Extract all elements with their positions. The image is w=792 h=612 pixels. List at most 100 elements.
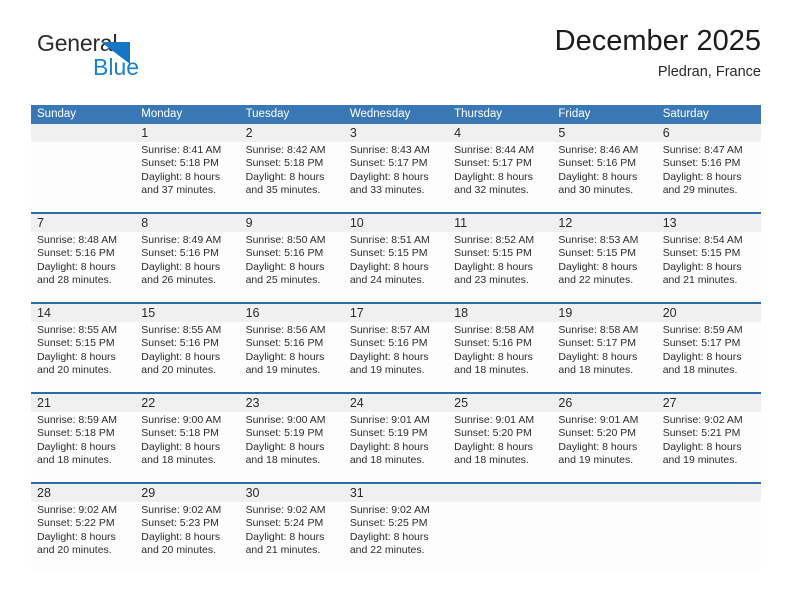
day-detail-line: Sunrise: 9:02 AM xyxy=(141,504,222,516)
day-detail-line: and 21 minutes. xyxy=(245,544,321,557)
day-detail-line: and 28 minutes. xyxy=(37,274,112,287)
day-number-14[interactable]: 14 xyxy=(31,304,136,322)
day-number-23[interactable]: 23 xyxy=(239,394,344,412)
day-number-17[interactable]: 17 xyxy=(343,304,449,322)
day-number-3[interactable]: 3 xyxy=(343,124,449,142)
day-detail-line: Sunset: 5:20 PM xyxy=(558,427,637,440)
day-cell-8[interactable]: Sunrise: 8:49 AM Sunset: 5:16 PM Daylight:… xyxy=(135,232,240,302)
day-number-5[interactable]: 5 xyxy=(552,124,657,142)
day-number-13[interactable]: 13 xyxy=(656,214,761,232)
day-number-10[interactable]: 10 xyxy=(343,214,449,232)
day-number-7[interactable]: 7 xyxy=(31,214,136,232)
day-cell-22[interactable]: Sunrise: 9:00 AM Sunset: 5:18 PM Daylight:… xyxy=(135,412,240,482)
day-cell-9[interactable]: Sunrise: 8:50 AM Sunset: 5:16 PM Daylight:… xyxy=(239,232,344,302)
day-detail-line: Daylight: 8 hours xyxy=(141,530,221,543)
brand-logo[interactable]: General Blue xyxy=(31,26,331,86)
day-cell-1[interactable]: Sunrise: 8:41 AM Sunset: 5:18 PM Daylight:… xyxy=(135,142,240,212)
day-number-1[interactable]: 1 xyxy=(135,124,240,142)
day-detail-line: and 18 minutes. xyxy=(662,364,738,377)
day-cell-2[interactable]: Sunrise: 8:42 AM Sunset: 5:18 PM Daylight:… xyxy=(239,142,344,212)
day-number-11[interactable]: 11 xyxy=(448,214,553,232)
day-detail-line: Sunset: 5:17 PM xyxy=(558,337,637,350)
day-cell-23[interactable]: Sunrise: 9:00 AM Sunset: 5:19 PM Daylight:… xyxy=(239,412,344,482)
day-number-18[interactable]: 18 xyxy=(448,304,553,322)
day-number-24[interactable]: 24 xyxy=(343,394,449,412)
day-cell-empty xyxy=(656,502,761,572)
day-cell-31[interactable]: Sunrise: 9:02 AM Sunset: 5:25 PM Daylight:… xyxy=(343,502,449,572)
day-detail-line: Sunrise: 9:02 AM xyxy=(37,504,117,516)
day-number-25[interactable]: 25 xyxy=(448,394,553,412)
day-number-8[interactable]: 8 xyxy=(135,214,240,232)
day-cell-empty xyxy=(448,502,553,572)
day-number-6[interactable]: 6 xyxy=(656,124,761,142)
day-number-row: 28 29 30 31 xyxy=(31,484,761,502)
day-cell-3[interactable]: Sunrise: 8:43 AM Sunset: 5:17 PM Daylight:… xyxy=(343,142,449,212)
day-cell-11[interactable]: Sunrise: 8:52 AM Sunset: 5:15 PM Daylight:… xyxy=(448,232,553,302)
day-cell-16[interactable]: Sunrise: 8:56 AM Sunset: 5:16 PM Daylight:… xyxy=(239,322,344,392)
day-detail-line: Sunset: 5:15 PM xyxy=(454,247,532,260)
day-number-27[interactable]: 27 xyxy=(656,394,761,412)
day-detail-line: Sunset: 5:15 PM xyxy=(349,247,428,260)
day-cell-7[interactable]: Sunrise: 8:48 AM Sunset: 5:16 PM Daylight:… xyxy=(31,232,136,302)
day-detail-line: and 22 minutes. xyxy=(558,274,634,287)
day-cell-18[interactable]: Sunrise: 8:58 AM Sunset: 5:16 PM Daylight:… xyxy=(448,322,553,392)
day-detail-line: Sunrise: 9:02 AM xyxy=(349,504,430,516)
day-detail-line: Sunset: 5:20 PM xyxy=(454,427,532,440)
day-number-15[interactable]: 15 xyxy=(135,304,240,322)
title-block: December 2025 Pledran, France xyxy=(555,26,761,81)
day-detail-line: Sunrise: 8:54 AM xyxy=(662,234,743,246)
day-number-31[interactable]: 31 xyxy=(343,484,449,502)
day-detail-line: Sunrise: 8:53 AM xyxy=(558,234,639,246)
day-cell-12[interactable]: Sunrise: 8:53 AM Sunset: 5:15 PM Daylight:… xyxy=(552,232,657,302)
day-detail-line: and 18 minutes. xyxy=(454,454,529,467)
day-number-19[interactable]: 19 xyxy=(552,304,657,322)
day-detail-line: Sunset: 5:18 PM xyxy=(141,157,219,170)
day-number-12[interactable]: 12 xyxy=(552,214,657,232)
day-number-2[interactable]: 2 xyxy=(239,124,344,142)
day-cell-26[interactable]: Sunrise: 9:01 AM Sunset: 5:20 PM Daylight:… xyxy=(552,412,657,482)
day-detail-line: Daylight: 8 hours xyxy=(662,260,742,273)
day-detail-line: and 18 minutes. xyxy=(454,364,529,377)
day-cell-14[interactable]: Sunrise: 8:55 AM Sunset: 5:15 PM Daylight:… xyxy=(31,322,136,392)
day-cell-29[interactable]: Sunrise: 9:02 AM Sunset: 5:23 PM Daylight:… xyxy=(135,502,240,572)
day-number-16[interactable]: 16 xyxy=(239,304,344,322)
day-number-22[interactable]: 22 xyxy=(135,394,240,412)
day-cell-17[interactable]: Sunrise: 8:57 AM Sunset: 5:16 PM Daylight:… xyxy=(343,322,449,392)
sunrise-sunset-calendar: Sunday Monday Tuesday Wednesday Thursday Frid… xyxy=(31,105,761,572)
day-detail-line: Sunset: 5:15 PM xyxy=(662,247,741,260)
day-number-26[interactable]: 26 xyxy=(552,394,657,412)
day-detail-line: Daylight: 8 hours xyxy=(37,260,116,273)
day-detail-line: Sunrise: 8:51 AM xyxy=(349,234,430,246)
day-number-9[interactable]: 9 xyxy=(239,214,344,232)
day-detail-line: and 22 minutes. xyxy=(349,544,425,557)
day-number-29[interactable]: 29 xyxy=(135,484,240,502)
day-detail-line: and 26 minutes. xyxy=(141,274,216,287)
day-detail-line: Sunrise: 9:01 AM xyxy=(349,414,430,426)
day-cell-15[interactable]: Sunrise: 8:55 AM Sunset: 5:16 PM Daylight:… xyxy=(135,322,240,392)
day-number-20[interactable]: 20 xyxy=(656,304,761,322)
day-cell-25[interactable]: Sunrise: 9:01 AM Sunset: 5:20 PM Daylight:… xyxy=(448,412,553,482)
day-cell-6[interactable]: Sunrise: 8:47 AM Sunset: 5:16 PM Daylight:… xyxy=(656,142,761,212)
day-cell-24[interactable]: Sunrise: 9:01 AM Sunset: 5:19 PM Daylight:… xyxy=(343,412,449,482)
day-detail-row: Sunrise: 8:48 AM Sunset: 5:16 PM Daylight:… xyxy=(31,232,761,302)
day-number-empty xyxy=(31,124,136,142)
day-detail-line: Daylight: 8 hours xyxy=(245,530,325,543)
day-detail-line: Sunset: 5:15 PM xyxy=(37,337,115,350)
day-cell-21[interactable]: Sunrise: 8:59 AM Sunset: 5:18 PM Daylight:… xyxy=(31,412,136,482)
day-number-30[interactable]: 30 xyxy=(239,484,344,502)
day-detail-line: Sunrise: 8:46 AM xyxy=(558,144,639,156)
day-number-28[interactable]: 28 xyxy=(31,484,136,502)
day-detail-line: and 29 minutes. xyxy=(662,184,738,197)
day-cell-19[interactable]: Sunrise: 8:58 AM Sunset: 5:17 PM Daylight:… xyxy=(552,322,657,392)
day-cell-20[interactable]: Sunrise: 8:59 AM Sunset: 5:17 PM Daylight:… xyxy=(656,322,761,392)
day-cell-30[interactable]: Sunrise: 9:02 AM Sunset: 5:24 PM Daylight:… xyxy=(239,502,344,572)
day-cell-4[interactable]: Sunrise: 8:44 AM Sunset: 5:17 PM Daylight:… xyxy=(448,142,553,212)
day-cell-13[interactable]: Sunrise: 8:54 AM Sunset: 5:15 PM Daylight:… xyxy=(656,232,761,302)
day-cell-27[interactable]: Sunrise: 9:02 AM Sunset: 5:21 PM Daylight:… xyxy=(656,412,761,482)
day-cell-10[interactable]: Sunrise: 8:51 AM Sunset: 5:15 PM Daylight:… xyxy=(343,232,449,302)
day-cell-28[interactable]: Sunrise: 9:02 AM Sunset: 5:22 PM Daylight:… xyxy=(31,502,136,572)
day-number-row: 123456 xyxy=(31,124,761,142)
day-number-4[interactable]: 4 xyxy=(448,124,553,142)
day-number-21[interactable]: 21 xyxy=(31,394,136,412)
day-cell-5[interactable]: Sunrise: 8:46 AM Sunset: 5:16 PM Daylight:… xyxy=(552,142,657,212)
